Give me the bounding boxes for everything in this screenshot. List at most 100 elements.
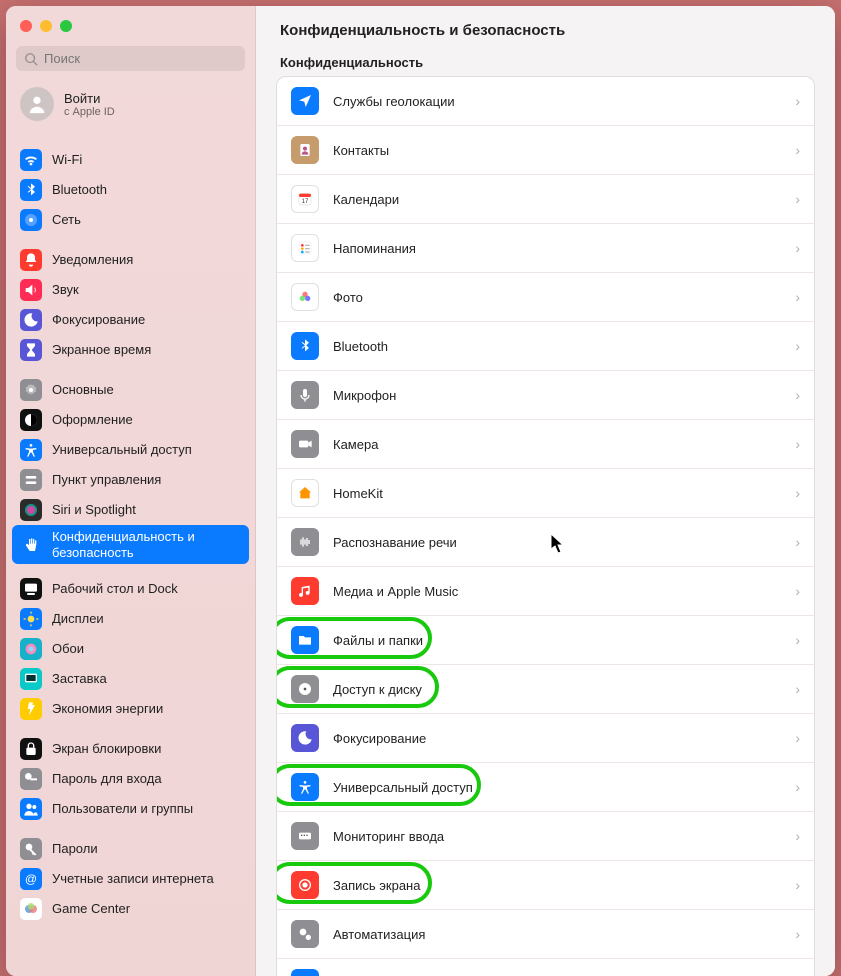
automation-icon bbox=[291, 920, 319, 948]
row-label: Файлы и папки bbox=[333, 633, 781, 648]
appearance-icon bbox=[20, 409, 42, 431]
sidebar-item-label: Siri и Spotlight bbox=[52, 502, 136, 518]
privacy-row-contacts[interactable]: Контакты› bbox=[277, 125, 814, 174]
disk-icon bbox=[291, 675, 319, 703]
sidebar-item-network[interactable]: Сеть bbox=[12, 205, 249, 235]
sidebar-item-label: Экранное время bbox=[52, 342, 151, 358]
privacy-row-bluetooth[interactable]: Bluetooth› bbox=[277, 321, 814, 370]
sidebar-item-label: Уведомления bbox=[52, 252, 133, 268]
sidebar-item-siri[interactable]: Siri и Spotlight bbox=[12, 495, 249, 525]
sidebar-item-hourglass[interactable]: Экранное время bbox=[12, 335, 249, 365]
main-scroll[interactable]: Конфиденциальность Службы геолокации›Кон… bbox=[256, 47, 835, 976]
sidebar-item-hand[interactable]: Конфиденциальность и безопасность bbox=[12, 525, 249, 564]
main-pane: Конфиденциальность и безопасность Конфид… bbox=[256, 6, 835, 976]
sidebar-scroll[interactable]: Wi-Fi Bluetooth Сеть Уведомления Звук Фокусир… bbox=[6, 135, 255, 976]
hand-icon bbox=[20, 534, 42, 556]
cursor-icon bbox=[551, 534, 565, 554]
sidebar-item-at[interactable]: @ Учетные записи интернета bbox=[12, 864, 249, 894]
settings-window: Войти с Apple ID Wi-Fi Bluetooth Сеть Уведо… bbox=[6, 6, 835, 976]
appstore-icon bbox=[291, 969, 319, 976]
privacy-row-appstore[interactable]: Управление приложениями› bbox=[277, 958, 814, 976]
bell-icon bbox=[20, 249, 42, 271]
chevron-right-icon: › bbox=[795, 828, 800, 844]
privacy-row-speech[interactable]: Распознавание речи› bbox=[277, 517, 814, 566]
sidebar-item-label: Game Center bbox=[52, 901, 130, 917]
avatar-icon bbox=[20, 87, 54, 121]
sidebar-item-battery[interactable]: Экономия энергии bbox=[12, 694, 249, 724]
privacy-row-moon[interactable]: Фокусирование› bbox=[277, 713, 814, 762]
battery-icon bbox=[20, 698, 42, 720]
sidebar-item-gamecenter[interactable]: Game Center bbox=[12, 894, 249, 924]
control-icon bbox=[20, 469, 42, 491]
privacy-row-inputmon[interactable]: Мониторинг ввода› bbox=[277, 811, 814, 860]
chevron-right-icon: › bbox=[795, 485, 800, 501]
privacy-row-camera[interactable]: Камера› bbox=[277, 419, 814, 468]
sidebar-item-bluetooth[interactable]: Bluetooth bbox=[12, 175, 249, 205]
key-icon bbox=[20, 768, 42, 790]
sidebar-item-wifi[interactable]: Wi-Fi bbox=[12, 145, 249, 175]
minimize-button[interactable] bbox=[40, 20, 52, 32]
sidebar-item-bell[interactable]: Уведомления bbox=[12, 245, 249, 275]
sidebar-item-appearance[interactable]: Оформление bbox=[12, 405, 249, 435]
sidebar-item-label: Фокусирование bbox=[52, 312, 145, 328]
privacy-row-calendar[interactable]: 17Календари› bbox=[277, 174, 814, 223]
sidebar-item-label: Wi-Fi bbox=[52, 152, 82, 168]
sidebar-item-label: Дисплеи bbox=[52, 611, 104, 627]
sidebar-item-wallpaper[interactable]: Обои bbox=[12, 634, 249, 664]
chevron-right-icon: › bbox=[795, 730, 800, 746]
privacy-row-accessibility[interactable]: Универсальный доступ› bbox=[277, 762, 814, 811]
sidebar-item-key[interactable]: Пароль для входа bbox=[12, 764, 249, 794]
fullscreen-button[interactable] bbox=[60, 20, 72, 32]
accessibility-icon bbox=[20, 439, 42, 461]
home-icon bbox=[291, 479, 319, 507]
chevron-right-icon: › bbox=[795, 583, 800, 599]
sidebar-item-moon[interactable]: Фокусирование bbox=[12, 305, 249, 335]
sidebar-item-gear[interactable]: Основные bbox=[12, 375, 249, 405]
privacy-row-mic[interactable]: Микрофон› bbox=[277, 370, 814, 419]
privacy-row-record[interactable]: Запись экрана› bbox=[277, 860, 814, 909]
page-title: Конфиденциальность и безопасность bbox=[256, 6, 835, 47]
privacy-row-music[interactable]: Медиа и Apple Music › bbox=[277, 566, 814, 615]
row-label: Календари bbox=[333, 192, 781, 207]
sidebar-item-label: Экономия энергии bbox=[52, 701, 163, 717]
privacy-row-home[interactable]: HomeKit › bbox=[277, 468, 814, 517]
search-input[interactable] bbox=[44, 51, 237, 66]
sidebar-item-users[interactable]: Пользователи и группы bbox=[12, 794, 249, 824]
privacy-row-automation[interactable]: Автоматизация› bbox=[277, 909, 814, 958]
network-icon bbox=[20, 209, 42, 231]
sidebar-item-label: Учетные записи интернета bbox=[52, 871, 214, 887]
display-icon bbox=[20, 608, 42, 630]
close-button[interactable] bbox=[20, 20, 32, 32]
sidebar-item-label: Сеть bbox=[52, 212, 81, 228]
search-icon bbox=[24, 52, 38, 66]
sidebar-item-keys[interactable]: Пароли bbox=[12, 834, 249, 864]
at-icon: @ bbox=[20, 868, 42, 890]
sidebar-item-screensaver[interactable]: Заставка bbox=[12, 664, 249, 694]
chevron-right-icon: › bbox=[795, 387, 800, 403]
sidebar-item-lock[interactable]: Экран блокировки bbox=[12, 734, 249, 764]
privacy-row-folder[interactable]: Файлы и папки › bbox=[277, 615, 814, 664]
row-label: HomeKit bbox=[333, 486, 781, 501]
sidebar: Войти с Apple ID Wi-Fi Bluetooth Сеть Уведо… bbox=[6, 6, 256, 976]
window-controls bbox=[6, 6, 255, 42]
sidebar-item-control[interactable]: Пункт управления bbox=[12, 465, 249, 495]
privacy-row-photos[interactable]: Фото› bbox=[277, 272, 814, 321]
privacy-row-disk[interactable]: Доступ к диску› bbox=[277, 664, 814, 713]
sidebar-item-display[interactable]: Дисплеи bbox=[12, 604, 249, 634]
hourglass-icon bbox=[20, 339, 42, 361]
sidebar-item-sound[interactable]: Звук bbox=[12, 275, 249, 305]
row-label: Медиа и Apple Music bbox=[333, 584, 781, 599]
privacy-row-location[interactable]: Службы геолокации› bbox=[277, 77, 814, 125]
calendar-icon: 17 bbox=[291, 185, 319, 213]
sidebar-item-dock[interactable]: Рабочий стол и Dock bbox=[12, 574, 249, 604]
chevron-right-icon: › bbox=[795, 681, 800, 697]
privacy-row-reminders[interactable]: Напоминания› bbox=[277, 223, 814, 272]
chevron-right-icon: › bbox=[795, 632, 800, 648]
wifi-icon bbox=[20, 149, 42, 171]
sidebar-item-label: Экран блокировки bbox=[52, 741, 161, 757]
sidebar-item-accessibility[interactable]: Универсальный доступ bbox=[12, 435, 249, 465]
record-icon bbox=[291, 871, 319, 899]
signin-row[interactable]: Войти с Apple ID bbox=[6, 79, 255, 135]
search-field[interactable] bbox=[16, 46, 245, 71]
sidebar-item-label: Bluetooth bbox=[52, 182, 107, 198]
